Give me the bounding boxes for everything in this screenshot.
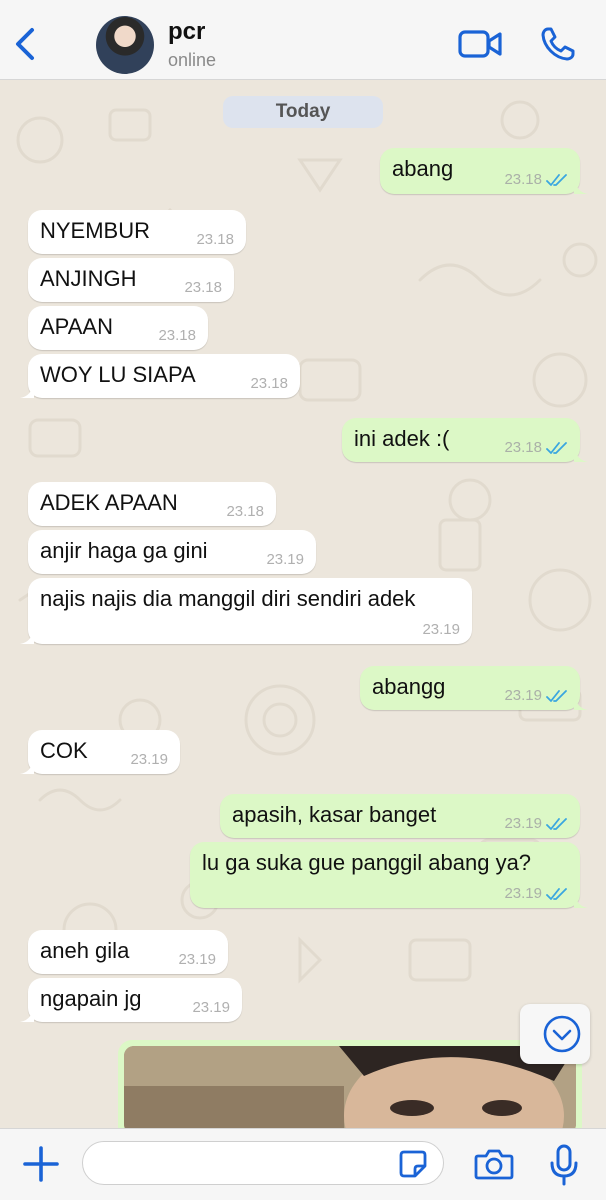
incoming-message[interactable]: COK 23.19: [20, 730, 180, 774]
incoming-message[interactable]: NYEMBUR 23.18: [28, 210, 246, 254]
message-meta: 23.19: [178, 951, 216, 968]
message-input[interactable]: [82, 1141, 444, 1185]
read-receipt-double-check-icon: [546, 689, 567, 702]
bubble-tail: [20, 382, 34, 398]
message-text: ANJINGH: [40, 266, 137, 291]
message-text: abang: [392, 156, 454, 181]
chevron-down-circle-icon: [543, 1015, 581, 1053]
message-meta: 23.19: [266, 551, 304, 568]
message-meta: 23.19: [422, 621, 460, 638]
message-meta: 23.19: [504, 885, 568, 902]
photo-thumbnail[interactable]: [124, 1046, 576, 1128]
message-meta: 23.19: [192, 999, 230, 1016]
message-time: 23.19: [130, 751, 168, 768]
message-time: 23.19: [178, 951, 216, 968]
message-meta: 23.18: [196, 231, 234, 248]
message-time: 23.19: [266, 551, 304, 568]
message-meta: 23.18: [250, 375, 288, 392]
bubble-tail: [574, 178, 588, 194]
incoming-message[interactable]: WOY LU SIAPA 23.18: [20, 354, 300, 398]
contact-name[interactable]: pcr: [168, 18, 205, 46]
bubble-tail: [20, 628, 34, 644]
message-meta: 23.18: [158, 327, 196, 344]
incoming-message[interactable]: anjir haga ga gini 23.19: [28, 530, 316, 574]
message-text: ADEK APAAN: [40, 490, 178, 515]
message-text: ngapain jg: [40, 986, 142, 1011]
microphone-icon[interactable]: [548, 1143, 580, 1187]
outgoing-message[interactable]: abang 23.18: [380, 148, 588, 194]
message-meta: 23.18: [504, 439, 568, 456]
incoming-message[interactable]: ngapain jg 23.19: [20, 978, 242, 1022]
message-text: COK: [40, 738, 88, 763]
message-input-bar: [0, 1128, 606, 1200]
incoming-message[interactable]: aneh gila 23.19: [28, 930, 228, 974]
message-meta: 23.18: [184, 279, 222, 296]
message-text: ini adek :(: [354, 426, 450, 451]
video-call-icon[interactable]: [458, 28, 502, 60]
scroll-to-bottom-button[interactable]: [520, 1004, 590, 1064]
message-time: 23.19: [422, 621, 460, 638]
outgoing-message[interactable]: apasih, kasar banget 23.19: [220, 794, 580, 838]
message-meta: 23.19: [504, 687, 568, 704]
read-receipt-double-check-icon: [546, 817, 567, 830]
message-text: APAAN: [40, 314, 113, 339]
message-time: 23.18: [184, 279, 222, 296]
message-meta: 23.19: [504, 815, 568, 832]
read-receipt-double-check-icon: [546, 441, 567, 454]
incoming-message[interactable]: ADEK APAAN 23.18: [28, 482, 276, 526]
outgoing-message[interactable]: ini adek :( 23.18: [342, 418, 588, 462]
message-text: abangg: [372, 674, 446, 699]
camera-icon[interactable]: [474, 1147, 514, 1181]
bubble-tail: [20, 758, 34, 774]
message-time: 23.18: [250, 375, 288, 392]
bubble-tail: [20, 1006, 34, 1022]
message-text: aneh gila: [40, 938, 130, 963]
incoming-message[interactable]: ANJINGH 23.18: [28, 258, 234, 302]
attach-plus-icon[interactable]: [22, 1145, 60, 1183]
message-time: 23.18: [226, 503, 264, 520]
read-receipt-double-check-icon: [546, 887, 567, 900]
sticker-icon[interactable]: [398, 1149, 428, 1179]
read-receipt-double-check-icon: [546, 173, 567, 186]
phone-call-icon[interactable]: [540, 26, 576, 62]
message-time: 23.19: [192, 999, 230, 1016]
bubble-tail: [574, 446, 588, 462]
photo-content: [124, 1046, 576, 1128]
message-meta: 23.19: [130, 751, 168, 768]
message-time: 23.18: [196, 231, 234, 248]
chat-area[interactable]: Today abang 23.18 NYEMBUR 23.18 ANJINGH 23.18…: [0, 80, 606, 1128]
message-text: NYEMBUR: [40, 218, 151, 243]
message-meta: 23.18: [504, 171, 568, 188]
message-text: anjir haga ga gini: [40, 538, 208, 563]
message-text: lu ga suka gue panggil abang ya?: [202, 850, 532, 875]
outgoing-message[interactable]: lu ga suka gue panggil abang ya? 23.19: [190, 842, 588, 908]
contact-status: online: [168, 50, 217, 70]
avatar[interactable]: [96, 16, 154, 74]
date-separator: Today: [223, 96, 383, 128]
message-text: najis najis dia manggil diri sendiri ade…: [40, 586, 416, 611]
bubble-tail: [574, 892, 588, 908]
message-time: 23.18: [504, 171, 542, 188]
message-time: 23.19: [504, 815, 542, 832]
outgoing-message[interactable]: abangg 23.19: [360, 666, 588, 710]
incoming-message[interactable]: najis najis dia manggil diri sendiri ade…: [20, 578, 472, 644]
message-text: apasih, kasar banget: [232, 802, 437, 827]
message-time: 23.18: [504, 439, 542, 456]
message-time: 23.19: [504, 687, 542, 704]
incoming-message[interactable]: APAAN 23.18: [28, 306, 208, 350]
message-time: 23.18: [158, 327, 196, 344]
message-text: WOY LU SIAPA: [40, 362, 196, 387]
photo-message[interactable]: [118, 1040, 582, 1128]
message-time: 23.19: [504, 885, 542, 902]
message-meta: 23.18: [226, 503, 264, 520]
back-chevron-icon[interactable]: [10, 24, 40, 64]
chat-header: pcr online: [0, 0, 606, 80]
bubble-tail: [574, 694, 588, 710]
